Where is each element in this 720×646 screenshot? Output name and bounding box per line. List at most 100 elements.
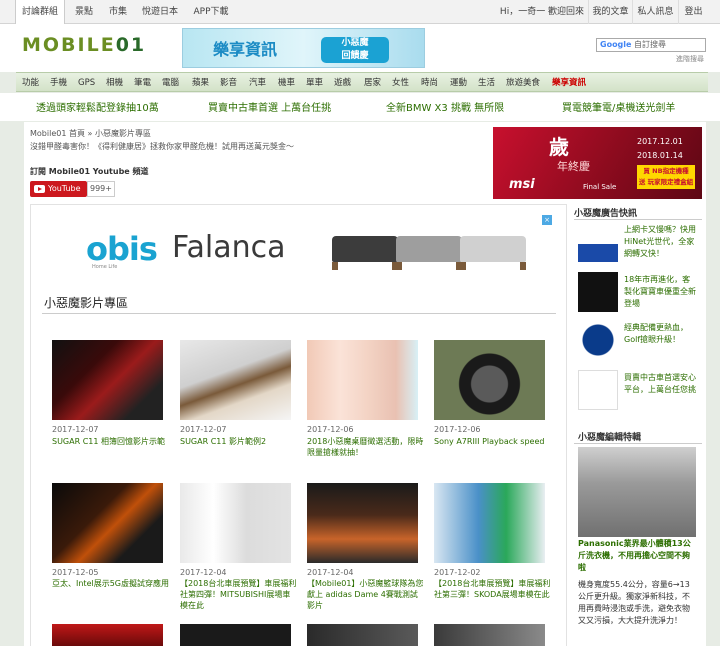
feature-article-link[interactable]: Panasonic業界最小體積13公斤洗衣機，不用再擔心空間不夠啦 xyxy=(578,538,696,574)
link-logout[interactable]: 登出 xyxy=(678,0,708,24)
washing-machine-image[interactable] xyxy=(578,447,696,537)
divider xyxy=(574,443,702,444)
cat-life[interactable]: 生活 xyxy=(478,73,495,93)
cat-features[interactable]: 功能 xyxy=(22,73,39,93)
video-thumbnail[interactable] xyxy=(52,483,163,563)
video-date: 2017-12-07 xyxy=(52,425,99,434)
ad-close-icon[interactable]: × xyxy=(542,215,552,225)
sofa-image xyxy=(332,236,398,270)
header-banner-ad[interactable]: 樂享資訊 小惡魔 回饋慶 xyxy=(182,28,425,68)
feature-section-title: 小惡魔編輯特輯 xyxy=(578,433,642,443)
promo-link-2[interactable]: 買賣中古車首選 上萬台任挑 xyxy=(208,99,331,114)
promo-link-4[interactable]: 買電競筆電/桌機送光劍羊 xyxy=(562,99,675,114)
video-date: 2017-12-06 xyxy=(307,425,354,434)
side-ad-link[interactable]: 18年市再進化，客製化寶寶車優重全新登場 xyxy=(624,274,698,310)
video-title-link[interactable]: 【Mobile01】小惡魔籃球隊為您獻上 adidas Dame 4賽戰測試影片 xyxy=(307,578,425,611)
cat-notebooks[interactable]: 筆電 xyxy=(134,73,151,93)
sofa-image xyxy=(460,236,526,270)
promo-row: 透過頭家輕鬆配登錄抽10萬 買賣中古車首選 上萬台任挑 全新BMW X3 挑戰 … xyxy=(0,93,720,121)
cat-computers[interactable]: 電腦 xyxy=(162,73,179,93)
video-thumbnail[interactable] xyxy=(434,340,545,420)
promo-link-1[interactable]: 透過頭家輕鬆配登錄抽10萬 xyxy=(36,99,159,114)
youtube-subscriber-count: 999+ xyxy=(87,181,115,197)
tiida-ad-image[interactable] xyxy=(578,272,618,312)
cat-games[interactable]: 遊戲 xyxy=(334,73,351,93)
cat-cameras[interactable]: 相機 xyxy=(106,73,123,93)
tab-market[interactable]: 市集 xyxy=(104,0,132,24)
abc-car-logo-icon[interactable] xyxy=(578,370,618,410)
divider xyxy=(42,313,556,314)
feature-article-desc: 機身寬度55.4公分，容量6→13公斤更升級。獨家淨新科技，不用再費時浸泡或手洗… xyxy=(578,580,690,625)
sofa-image xyxy=(396,236,462,270)
link-private-messages[interactable]: 私人訊息 xyxy=(632,0,678,24)
search-input[interactable]: Google 自訂搜尋 xyxy=(596,38,706,52)
user-greeting[interactable]: Hi，一奇一 歡迎回來 ▼ xyxy=(496,0,588,41)
falanca-logo: Falanca xyxy=(172,230,286,265)
youtube-subscribe-title: 訂閱 Mobile01 Youtube 頻道 xyxy=(30,167,149,176)
volkswagen-logo-icon[interactable] xyxy=(578,320,618,360)
cat-fashion[interactable]: 時尚 xyxy=(421,73,438,93)
tab-attractions[interactable]: 景點 xyxy=(70,0,98,24)
link-my-posts[interactable]: 我的文章 xyxy=(588,0,632,24)
side-ad-link[interactable]: 經典配備更熱血，Golf搶眼升級！ xyxy=(624,322,698,346)
video-thumbnail[interactable] xyxy=(180,340,291,420)
video-thumbnail[interactable] xyxy=(52,340,163,420)
msi-promo-tag: 買 NB指定機種送 玩家限定禮盒組 xyxy=(637,165,695,189)
side-ad-link[interactable]: 買賣中古車首選安心平台，上萬台任您挑 xyxy=(624,372,698,396)
cat-bicycles[interactable]: 單車 xyxy=(306,73,323,93)
obis-logo: obis xyxy=(86,230,158,268)
video-date: 2017-12-05 xyxy=(52,568,99,577)
cat-motorcycles[interactable]: 機車 xyxy=(278,73,295,93)
msi-logo: msi xyxy=(509,177,535,192)
tab-japan-travel[interactable]: 悅遊日本 xyxy=(139,0,181,24)
tab-app-download[interactable]: APP下載 xyxy=(190,0,232,24)
video-thumbnail[interactable] xyxy=(180,483,291,563)
top-bar: 討論群組 景點 市集 悅遊日本 APP下載 Hi，一奇一 歡迎回來 ▼ 我的文章… xyxy=(0,0,720,41)
video-title-link[interactable]: SUGAR C11 相簿回憶影片示範 xyxy=(52,436,170,447)
cat-lexiang-info[interactable]: 樂享資訊 xyxy=(552,73,586,93)
video-date: 2017-12-02 xyxy=(434,568,481,577)
youtube-play-icon xyxy=(34,185,45,193)
cat-home[interactable]: 居家 xyxy=(364,73,381,93)
video-title-link[interactable]: 亞太、Intel展示5G虛擬試穿應用 xyxy=(52,578,170,589)
video-title-link[interactable]: 2018小惡魔桌曆徵選活動，限時限量搶樣就抽！ xyxy=(307,436,425,458)
tab-discussion-groups[interactable]: 討論群組 xyxy=(15,0,65,25)
msi-year-end-ad[interactable]: 歲 年終慶 msi Final Sale 2017.12.01 2018.01.… xyxy=(493,127,702,199)
cat-phones[interactable]: 手機 xyxy=(50,73,67,93)
cat-women[interactable]: 女性 xyxy=(392,73,409,93)
youtube-subscribe-button[interactable]: YouTube xyxy=(30,181,87,197)
site-logo[interactable]: MOBILE01 xyxy=(22,34,146,56)
video-date: 2017-12-04 xyxy=(307,568,354,577)
hinet-ad-image[interactable] xyxy=(578,222,618,262)
cat-apple[interactable]: 蘋果 xyxy=(192,73,209,93)
video-thumbnail[interactable] xyxy=(52,624,163,646)
promo-link-3[interactable]: 全新BMW X3 挑戰 無所限 xyxy=(386,99,504,114)
video-thumbnail[interactable] xyxy=(307,340,418,420)
video-title-link[interactable]: SUGAR C11 影片範例2 xyxy=(180,436,298,447)
breadcrumb[interactable]: Mobile01 首頁 » 小惡魔影片專區 xyxy=(30,128,151,139)
cat-gps[interactable]: GPS xyxy=(78,73,95,93)
divider xyxy=(574,219,702,220)
video-thumbnail[interactable] xyxy=(434,624,545,646)
banner-badge: 小惡魔 回饋慶 xyxy=(321,37,389,63)
ads-section-title: 小惡魔廣告快訊 xyxy=(574,209,638,219)
section-title: 小惡魔影片專區 xyxy=(44,296,129,310)
video-thumbnail[interactable] xyxy=(180,624,291,646)
video-date: 2017-12-04 xyxy=(180,568,227,577)
side-ad-link[interactable]: 上網卡又慢嗎？快用HiNet光世代，全家網轉又快！ xyxy=(624,224,698,260)
advanced-search-link[interactable]: 進階搜尋 xyxy=(676,54,704,64)
announcement-link[interactable]: 沒錯甲醛毒害你！《得利健康居》拯救你家甲醛危機！試用再送萬元獎金～ xyxy=(30,141,294,152)
cat-travel-food[interactable]: 旅遊美食 xyxy=(506,73,540,93)
video-thumbnail[interactable] xyxy=(307,624,418,646)
video-date: 2017-12-07 xyxy=(180,425,227,434)
video-thumbnail[interactable] xyxy=(434,483,545,563)
banner-text: 樂享資訊 xyxy=(213,40,278,59)
video-title-link[interactable]: 【2018台北車展預覽】車展福利社第三彈！SKODA展場車模在此 xyxy=(434,578,552,600)
video-title-link[interactable]: 【2018台北車展預覽】車展福利社第四彈！MITSUBISHI展場車模在此 xyxy=(180,578,298,611)
video-title-link[interactable]: Sony A7RIII Playback speed xyxy=(434,436,552,447)
cat-av[interactable]: 影音 xyxy=(220,73,237,93)
video-thumbnail[interactable] xyxy=(307,483,418,563)
cat-cars[interactable]: 汽車 xyxy=(249,73,266,93)
obis-falanca-ad[interactable]: obis Home Life Falanca xyxy=(42,212,552,276)
cat-sports[interactable]: 運動 xyxy=(450,73,467,93)
